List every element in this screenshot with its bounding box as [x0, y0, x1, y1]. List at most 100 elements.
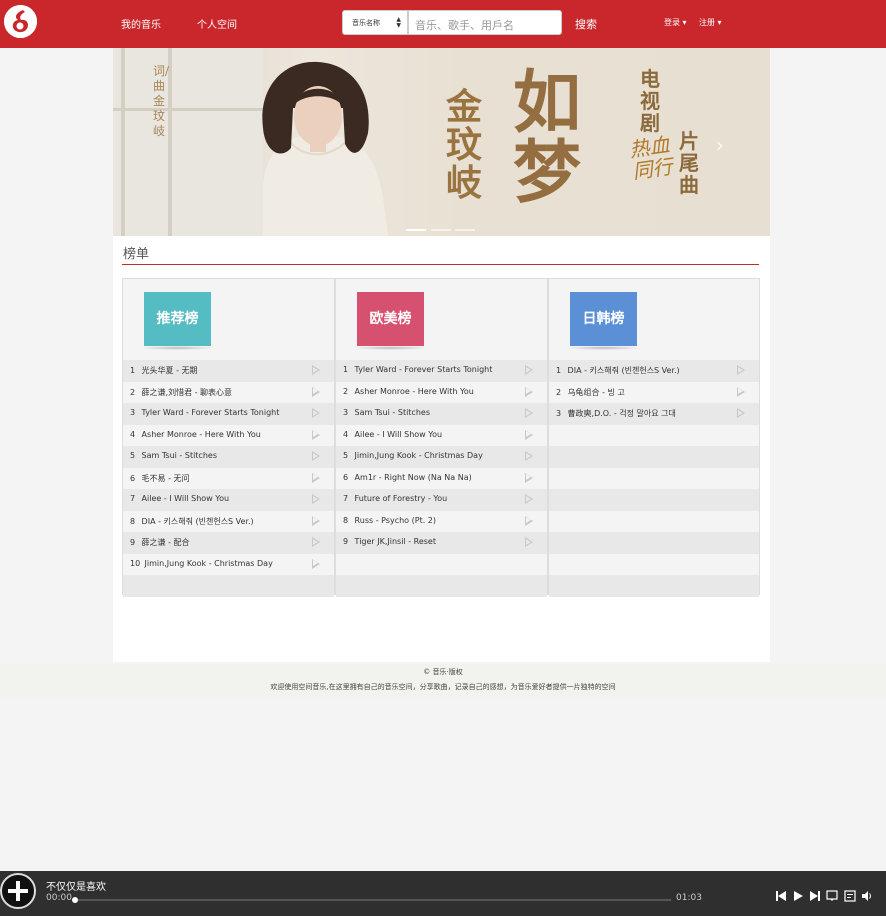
search-placeholder: 音乐、歌手、用戶名 [415, 19, 514, 32]
play-icon[interactable] [312, 365, 320, 375]
play-icon[interactable] [525, 386, 533, 397]
top-navbar: 我的音乐 个人空间 音乐名称 ▲ ▼ 音乐、歌手、用戶名 搜索 登录 ▾ 注册 ▾ [0, 0, 886, 48]
board-cover[interactable]: 欧美榜 [357, 292, 424, 346]
song-row[interactable]: 2 Asher Monroe - Here With You [336, 381, 547, 403]
play-icon[interactable] [312, 537, 320, 547]
play-icon[interactable] [525, 451, 533, 461]
song-row[interactable]: 8 Russ - Psycho (Pt. 2) [336, 510, 547, 532]
caret-down-icon: ▾ [682, 18, 687, 27]
song-number: 4 [130, 429, 136, 439]
banner-lyricist: 词/曲 金玟岐 [153, 64, 170, 138]
song-row[interactable]: 6 Am1r - Right Now (Na Na Na) [336, 467, 547, 489]
search-input[interactable]: 音乐、歌手、用戶名 [408, 10, 562, 35]
playlist-icon[interactable] [844, 890, 856, 902]
login-dropdown[interactable]: 登录 ▾ [664, 17, 687, 28]
section-title: 榜单 [123, 247, 150, 262]
chart-board: 推荐榜 1 光头华夏 - 无期 2 薛之谦,刘惜君 - 聊表心意 3 Tyler… [122, 278, 335, 597]
play-icon[interactable] [525, 472, 533, 483]
chart-board: 欧美榜 1 Tyler Ward - Forever Starts Tonigh… [335, 278, 548, 597]
play-icon[interactable] [312, 472, 320, 483]
song-row[interactable]: 7 Future of Forestry - You [336, 489, 547, 511]
progress-bar[interactable] [72, 897, 671, 903]
nav-personal-space[interactable]: 个人空间 [197, 16, 237, 31]
song-title: Sam Tsui - Stitches [141, 451, 217, 460]
play-icon[interactable] [737, 365, 745, 375]
total-time: 01:03 [676, 893, 702, 903]
song-number: 7 [343, 494, 349, 503]
progress-knob[interactable] [72, 897, 78, 903]
banner-drama-label: 电视剧 [640, 67, 660, 135]
play-icon[interactable] [737, 408, 745, 418]
song-row[interactable]: 9 薛之谦 - 配合 [123, 532, 334, 554]
play-icon[interactable] [525, 494, 533, 504]
empty-row [549, 532, 759, 554]
play-icon[interactable] [525, 515, 533, 526]
play-icon[interactable] [792, 890, 804, 902]
search-type-value: 音乐名称 [352, 19, 380, 27]
song-row[interactable]: 1 光头华夏 - 无期 [123, 360, 334, 382]
empty-row [549, 467, 759, 489]
play-icon[interactable] [312, 558, 320, 569]
cover-shadow [140, 346, 215, 350]
play-icon[interactable] [312, 429, 320, 440]
song-row[interactable]: 3 Tyler Ward - Forever Starts Tonight [123, 403, 334, 425]
play-icon[interactable] [312, 386, 320, 397]
play-icon[interactable] [525, 537, 533, 547]
play-icon[interactable] [312, 451, 320, 461]
song-title: Asher Monroe - Here With You [354, 386, 474, 396]
song-row[interactable]: 4 Ailee - I Will Show You [336, 424, 547, 446]
board-cover[interactable]: 推荐榜 [144, 292, 211, 346]
song-row[interactable]: 7 Ailee - I Will Show You [123, 489, 334, 511]
previous-icon[interactable] [775, 890, 787, 902]
play-icon[interactable] [737, 386, 745, 397]
song-number: 7 [130, 494, 136, 503]
banner-carousel[interactable]: 词/曲 金玟岐 金玟岐 如梦 电视剧 热血同行 片尾曲 › [113, 48, 770, 236]
song-row[interactable]: 1 DIA - 키스해줘 (빈첸헌스S Ver.) [549, 360, 759, 382]
play-icon[interactable] [312, 408, 320, 418]
play-icon[interactable] [312, 494, 320, 504]
play-icon[interactable] [525, 408, 533, 418]
carousel-next-icon[interactable]: › [716, 133, 724, 157]
empty-row [549, 575, 759, 597]
song-title: 光头华夏 - 无期 [141, 366, 198, 375]
song-row[interactable]: 8 DIA - 키스해줘 (빈첸헌스S Ver.) [123, 510, 334, 532]
song-row[interactable]: 3 Sam Tsui - Stitches [336, 403, 547, 425]
song-row[interactable]: 2 乌龟组合 - 빙 고 [549, 381, 759, 403]
search-button[interactable]: 搜索 [575, 16, 597, 32]
register-dropdown[interactable]: 注册 ▾ [699, 17, 722, 28]
album-cover[interactable] [0, 873, 36, 909]
song-row[interactable]: 4 Asher Monroe - Here With You [123, 424, 334, 446]
empty-row [123, 575, 334, 597]
song-row[interactable]: 10 Jimin,Jung Kook - Christmas Day [123, 553, 334, 575]
song-row[interactable]: 5 Sam Tsui - Stitches [123, 446, 334, 468]
song-number: 2 [556, 387, 562, 397]
carousel-dot[interactable] [406, 229, 426, 231]
logo-icon[interactable] [4, 5, 37, 38]
song-row[interactable]: 1 Tyler Ward - Forever Starts Tonight [336, 360, 547, 382]
play-icon[interactable] [525, 429, 533, 440]
nav-my-music[interactable]: 我的音乐 [121, 16, 161, 31]
volume-icon[interactable] [861, 890, 873, 902]
song-row[interactable]: 3 曹政奭,D.O. - 걱정 말아요 그대 [549, 403, 759, 425]
song-title: DIA - 키스해줘 (빈첸헌스S Ver.) [567, 366, 680, 375]
play-icon[interactable] [312, 515, 320, 526]
lyrics-icon[interactable] [826, 890, 838, 902]
song-row[interactable]: 6 毛不易 - 无问 [123, 467, 334, 489]
song-title: Ailee - I Will Show You [354, 429, 443, 439]
song-number: 6 [130, 473, 136, 483]
play-icon[interactable] [525, 365, 533, 375]
song-row[interactable]: 9 Tiger JK,Jinsil - Reset [336, 532, 547, 554]
next-icon[interactable] [809, 890, 821, 902]
song-title: DIA - 키스해줘 (빈첸헌스S Ver.) [141, 516, 254, 526]
now-playing-title: 不仅仅是喜欢 [46, 882, 106, 893]
song-row[interactable]: 5 Jimin,Jung Kook - Christmas Day [336, 446, 547, 468]
song-number: 2 [130, 387, 136, 397]
music-player-bar: 不仅仅是喜欢 00:00 01:03 [0, 871, 886, 916]
board-header: 欧美榜 [336, 279, 547, 360]
footer: © 音乐·版权 欢迎使用空间音乐,在这里拥有自己的音乐空间，分享歌曲，记录自己的… [0, 664, 886, 698]
board-cover[interactable]: 日韩榜 [570, 292, 637, 346]
search-type-select[interactable]: 音乐名称 ▲ ▼ [342, 10, 408, 35]
carousel-dot[interactable] [455, 229, 475, 231]
carousel-dot[interactable] [431, 229, 451, 231]
song-row[interactable]: 2 薛之谦,刘惜君 - 聊表心意 [123, 381, 334, 403]
